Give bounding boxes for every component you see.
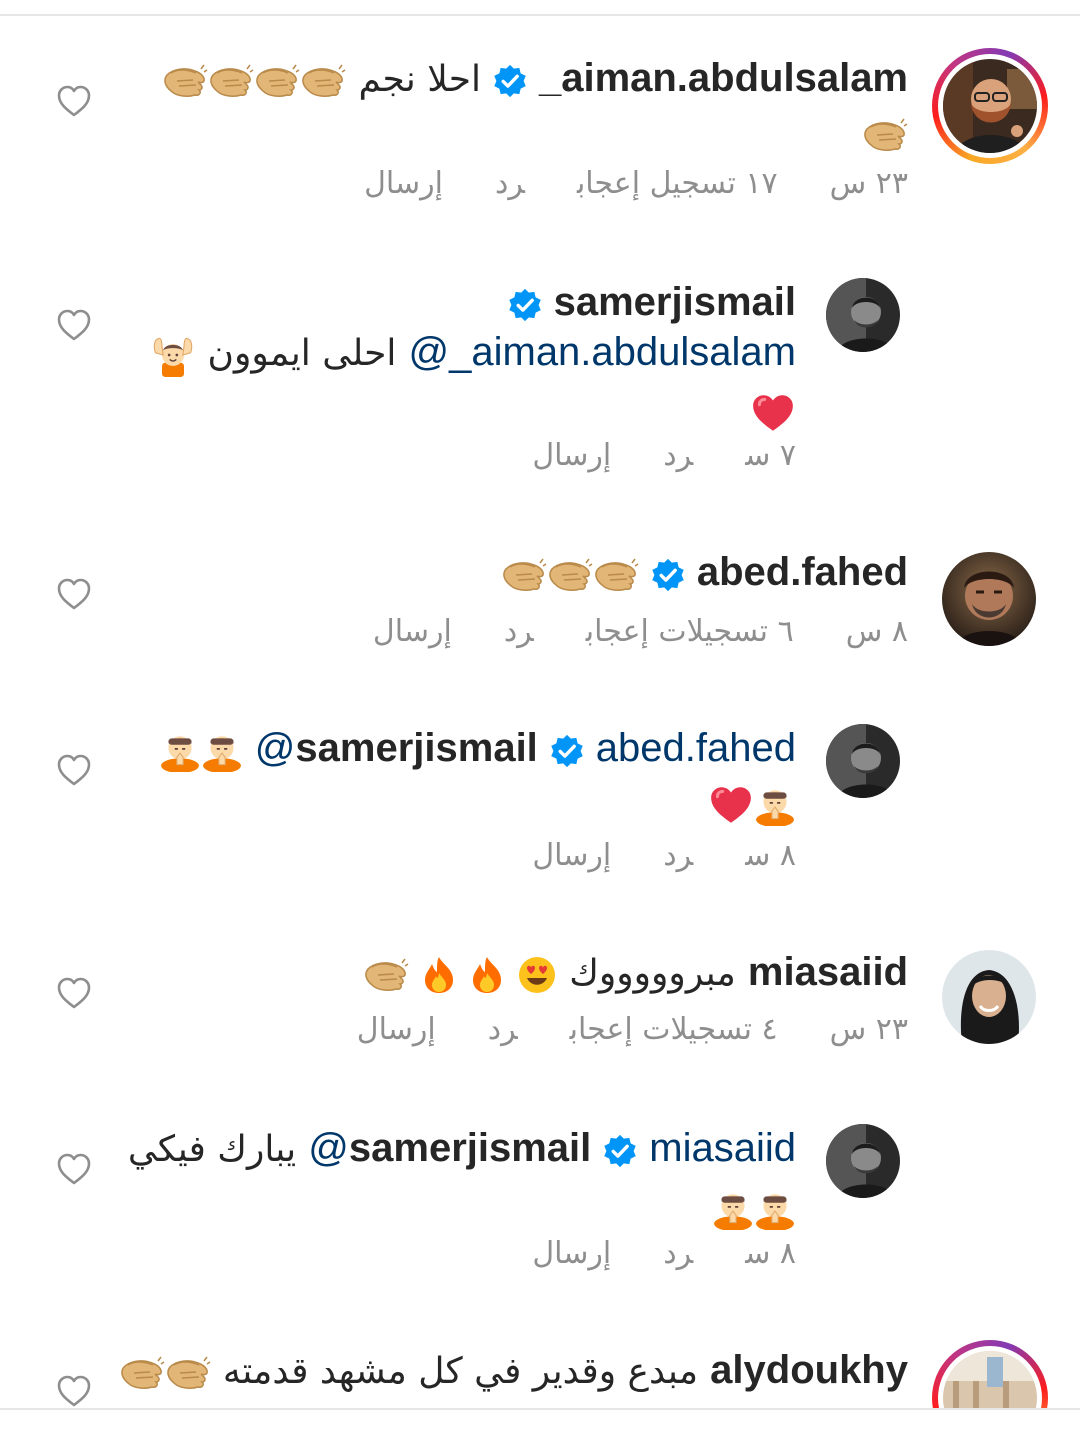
comment-body: alydoukhy مبدع وقدير في كل مشهد قدمته (148, 1346, 908, 1408)
avatar[interactable] (932, 1340, 1048, 1408)
clapping-hands-icon (119, 1353, 165, 1393)
comment-text: مبدع وقدير في كل مشهد قدمته (222, 1351, 699, 1392)
heart-outline-icon[interactable] (56, 1374, 92, 1408)
comment-item: alydoukhy مبدع وقدير في كل مشهد قدمته (0, 0, 1080, 1408)
clapping-hands-icon (165, 1353, 211, 1393)
username[interactable]: alydoukhy (710, 1348, 908, 1392)
bottom-divider (0, 1408, 1080, 1410)
